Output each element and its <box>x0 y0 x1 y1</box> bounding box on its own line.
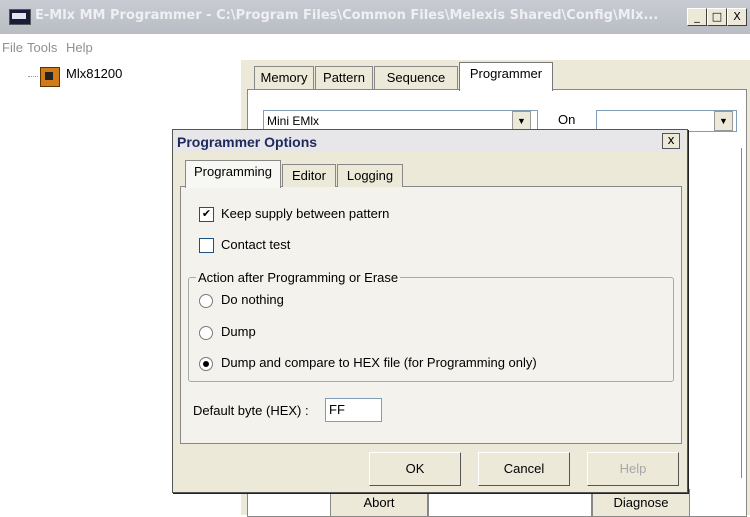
dump-compare-label: Dump and compare to HEX file (for Progra… <box>221 355 537 370</box>
contact-test-checkbox[interactable] <box>199 238 214 253</box>
tab-memory[interactable]: Memory <box>254 66 314 89</box>
help-button[interactable]: Help <box>587 452 679 486</box>
tab-editor[interactable]: Editor <box>282 164 336 187</box>
default-byte-label: Default byte (HEX) : <box>193 403 309 418</box>
contact-test-label: Contact test <box>221 237 291 252</box>
chip-icon <box>40 67 60 87</box>
tab-sequence[interactable]: Sequence <box>374 66 458 89</box>
tab-pattern[interactable]: Pattern <box>315 66 373 89</box>
dump-compare-radio[interactable] <box>199 357 213 371</box>
dump-radio[interactable] <box>199 326 213 340</box>
menu-tools[interactable]: Tools <box>27 40 57 55</box>
chevron-down-icon[interactable]: ▼ <box>714 111 733 131</box>
default-byte-input[interactable]: FF <box>325 398 382 422</box>
diagnose-button[interactable]: Diagnose <box>592 489 690 517</box>
window-title: E-Mlx MM Programmer - C:\Program Files\C… <box>35 8 659 23</box>
app-icon <box>9 9 31 25</box>
tab-programmer[interactable]: Programmer <box>459 62 553 91</box>
ok-button[interactable]: OK <box>369 452 461 486</box>
keep-supply-checkbox[interactable]: ✔ <box>199 207 214 222</box>
keep-supply-label: Keep supply between pattern <box>221 206 390 221</box>
dump-label: Dump <box>221 324 256 339</box>
abort-button[interactable]: Abort <box>330 489 428 517</box>
chevron-down-icon[interactable]: ▼ <box>512 111 531 131</box>
cancel-button[interactable]: Cancel <box>478 452 570 486</box>
tab-logging[interactable]: Logging <box>337 164 403 187</box>
menu-help[interactable]: Help <box>66 40 93 55</box>
close-button[interactable]: X <box>727 8 747 26</box>
do-nothing-label: Do nothing <box>221 292 284 307</box>
menu-file[interactable]: File <box>2 40 23 55</box>
menu-bar <box>0 36 750 58</box>
maximize-button[interactable]: □ <box>707 8 727 26</box>
on-label: On <box>558 112 576 127</box>
bottom-spacer <box>428 489 592 517</box>
tree-item-mlx81200[interactable]: Mlx81200 <box>66 66 122 81</box>
tab-programming[interactable]: Programming <box>185 160 281 188</box>
do-nothing-radio[interactable] <box>199 294 213 308</box>
tree-connector <box>28 76 38 77</box>
close-icon[interactable]: x <box>662 133 680 149</box>
dialog-title: Programmer Options <box>177 134 318 150</box>
minimize-button[interactable]: _ <box>687 8 707 26</box>
action-group-label: Action after Programming or Erase <box>196 270 401 285</box>
